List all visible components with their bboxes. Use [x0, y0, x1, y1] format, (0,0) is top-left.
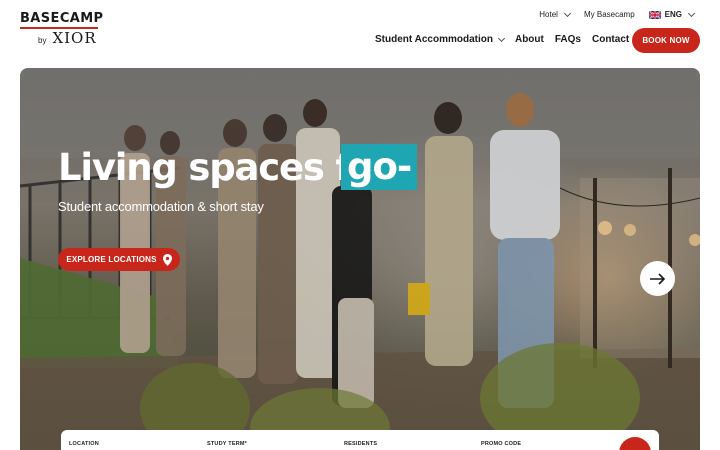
hero-subtitle: Student accommodation & short stay	[58, 199, 264, 214]
nav-label: FAQs	[554, 34, 581, 45]
logo-by-text: by	[38, 36, 47, 45]
nav-label: Student Accommodation	[375, 34, 493, 45]
hero-banner: Living spaces for go- Student accommodat…	[20, 68, 700, 450]
book-now-button[interactable]: BOOK NOW	[632, 28, 700, 53]
location-field[interactable]: LOCATION	[69, 441, 99, 447]
chevron-down-icon	[687, 9, 696, 17]
hotel-label: Hotel	[539, 10, 558, 19]
language-label: ENG	[664, 10, 682, 19]
location-pin-icon	[162, 253, 172, 266]
chevron-down-icon	[497, 34, 506, 42]
language-selector[interactable]: ENG	[648, 9, 696, 19]
residents-field[interactable]: RESIDENTS	[344, 441, 377, 447]
logo-sub: by XIOR	[38, 29, 97, 47]
top-utility-bar: Hotel My Basecamp ENG	[539, 9, 696, 19]
promo-code-field[interactable]: PROMO CODE	[481, 441, 521, 447]
logo-brand-text: BASECAMP	[20, 11, 104, 26]
explore-button-label: EXPLORE LOCATIONS	[66, 255, 157, 264]
hero-title-highlight: go-	[341, 144, 418, 190]
logo-partner-text: XIOR	[52, 29, 97, 47]
uk-flag-icon	[648, 10, 661, 19]
my-basecamp-link[interactable]: My Basecamp	[584, 10, 635, 19]
nav-about[interactable]: About	[515, 34, 544, 45]
chevron-down-icon	[563, 9, 572, 17]
study-term-field[interactable]: STUDY TERM*	[207, 441, 247, 447]
nav-label: About	[514, 34, 544, 45]
arrow-right-icon	[649, 272, 665, 285]
nav-faqs[interactable]: FAQs	[555, 34, 581, 45]
booking-search-bar: LOCATION STUDY TERM* RESIDENTS PROMO COD…	[61, 430, 659, 450]
nav-student-accommodation[interactable]: Student Accommodation	[375, 34, 506, 45]
nav-label: Contact	[591, 34, 630, 45]
main-navigation: Student Accommodation About FAQs Contact	[375, 34, 629, 45]
carousel-next-button[interactable]	[640, 261, 675, 296]
explore-locations-button[interactable]: EXPLORE LOCATIONS	[58, 248, 180, 271]
nav-contact[interactable]: Contact	[592, 34, 629, 45]
basecamp-logo[interactable]: BASECAMP by XIOR	[20, 11, 104, 47]
hotel-dropdown[interactable]: Hotel	[539, 9, 572, 19]
my-basecamp-label: My Basecamp	[583, 10, 635, 19]
